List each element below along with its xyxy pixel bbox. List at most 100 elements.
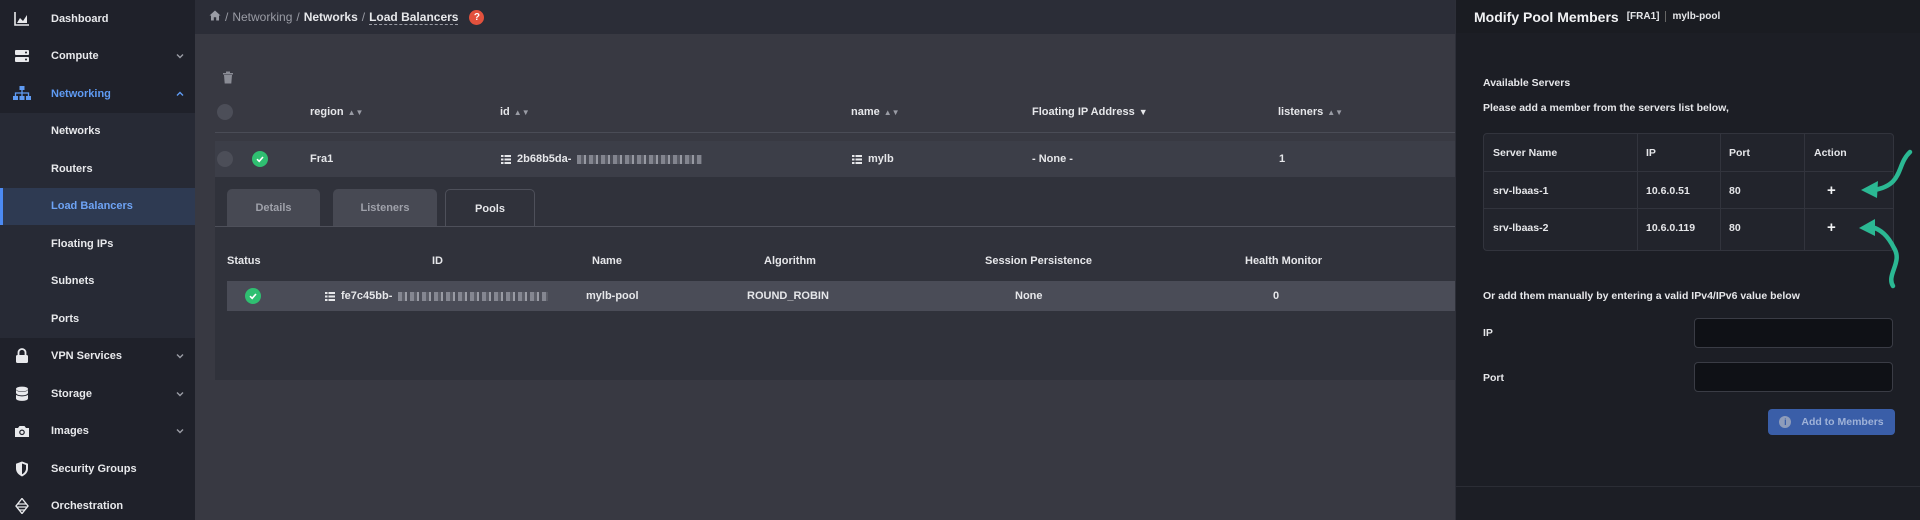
table-icon [852, 154, 862, 164]
pool-name: mylb-pool [1665, 11, 1720, 22]
server-ip: 10.6.0.51 [1646, 184, 1690, 197]
add-server-button[interactable]: + [1827, 172, 1836, 209]
column-region[interactable]: region ▲▼ [310, 106, 363, 118]
cell-name[interactable]: mylb [852, 141, 894, 177]
cell-pool-id[interactable]: fe7c45bb- [325, 281, 549, 311]
sidebar-item-subnets[interactable]: Subnets [0, 263, 195, 301]
detail-tabs-panel: Details Listeners Pools Status ID Name A… [215, 177, 1455, 380]
column-health-monitor: Health Monitor [1245, 255, 1322, 267]
sidebar-item-ports[interactable]: Ports [0, 300, 195, 338]
sidebar-item-label: Security Groups [51, 462, 137, 475]
port-input[interactable] [1694, 362, 1893, 392]
sidebar-item-networks[interactable]: Networks [0, 113, 195, 151]
column-name[interactable]: name ▲▼ [851, 106, 900, 118]
table-row: srv-lbaas-2 10.6.0.119 80 + [1484, 209, 1893, 246]
lock-icon [13, 348, 31, 364]
select-all-checkbox[interactable] [217, 104, 233, 120]
breadcrumb-networking[interactable]: Networking [232, 10, 292, 24]
sidebar-item-dashboard[interactable]: Dashboard [0, 0, 195, 38]
server-table-header: Server Name IP Port Action [1484, 134, 1893, 172]
sidebar-item-security-groups[interactable]: Security Groups [0, 450, 195, 488]
sidebar-item-label: Networking [51, 87, 111, 100]
column-session-persistence: Session Persistence [985, 255, 1093, 267]
table-icon [501, 154, 511, 164]
home-icon[interactable] [209, 10, 221, 24]
camera-icon [13, 423, 31, 439]
instruction-text: Please add a member from the servers lis… [1483, 102, 1729, 114]
redacted-id [398, 291, 549, 301]
column-listeners[interactable]: listeners ▲▼ [1278, 106, 1343, 118]
available-servers-heading: Available Servers [1483, 77, 1571, 89]
cell-pool-name: mylb-pool [586, 290, 639, 302]
row-checkbox[interactable] [217, 151, 233, 167]
add-to-members-button[interactable]: i Add to Members [1768, 409, 1895, 435]
table-row[interactable]: Fra1 2b68b5da- mylb - None - 1 [215, 141, 1455, 177]
cell-floating-ip: - None - [1032, 153, 1073, 165]
sidebar-item-floating-ips[interactable]: Floating IPs [0, 225, 195, 263]
region-tag: [FRA1] [1626, 11, 1660, 22]
chevron-down-icon [176, 391, 184, 397]
column-pool-id: ID [432, 255, 443, 267]
table-icon [325, 291, 335, 301]
sort-icon: ▲▼ [1327, 107, 1344, 117]
ip-input[interactable] [1694, 318, 1893, 348]
server-icon [13, 48, 31, 64]
sidebar-item-label: Compute [51, 50, 99, 63]
panel-title: Modify Pool Members [1474, 8, 1619, 25]
table-row: srv-lbaas-1 10.6.0.51 80 + [1484, 172, 1893, 209]
sidebar-item-vpn-services[interactable]: VPN Services [0, 338, 195, 376]
sidebar-item-load-balancers[interactable]: Load Balancers [0, 187, 195, 225]
redacted-id [577, 154, 703, 164]
database-icon [13, 386, 31, 402]
port-label: Port [1483, 372, 1504, 384]
sidebar-item-label: Storage [51, 387, 92, 400]
sidebar-item-label: VPN Services [51, 350, 122, 363]
manual-entry-text: Or add them manually by entering a valid… [1483, 290, 1800, 302]
status-ok-icon [252, 151, 268, 167]
server-table: Server Name IP Port Action srv-lbaas-1 1… [1483, 133, 1894, 251]
column-floating-ip[interactable]: Floating IP Address ▼ [1032, 106, 1148, 118]
sidebar-item-storage[interactable]: Storage [0, 375, 195, 413]
breadcrumb-load-balancers: Load Balancers [369, 9, 459, 25]
tab-listeners[interactable]: Listeners [333, 189, 437, 227]
server-port: 80 [1729, 184, 1741, 197]
breadcrumb-networks[interactable]: Networks [304, 10, 358, 24]
column-id[interactable]: id ▲▼ [500, 106, 530, 118]
column-status: Status [227, 255, 261, 267]
chart-icon [13, 11, 31, 27]
tab-details[interactable]: Details [227, 189, 320, 227]
breadcrumb: / Networking / Networks / Load Balancers… [195, 0, 1455, 34]
sidebar-item-orchestration[interactable]: Orchestration [0, 488, 195, 520]
networking-submenu: Networks Routers Load Balancers Floating… [0, 112, 195, 338]
modify-pool-members-panel: Modify Pool Members [FRA1] mylb-pool Ava… [1455, 0, 1920, 520]
sidebar-item-label: Images [51, 425, 89, 438]
sort-icon: ▲▼ [883, 107, 900, 117]
orchestration-icon [13, 498, 31, 515]
network-icon [13, 86, 31, 102]
cell-listeners: 1 [1279, 153, 1286, 165]
shield-icon [13, 461, 31, 477]
help-icon[interactable]: ? [469, 9, 485, 25]
sort-desc-icon: ▼ [1138, 107, 1148, 117]
sidebar-item-routers[interactable]: Routers [0, 150, 195, 188]
sidebar-item-label: Dashboard [51, 12, 109, 25]
trash-icon[interactable] [222, 71, 234, 84]
chevron-down-icon [176, 54, 184, 59]
chevron-down-icon [176, 429, 184, 434]
server-port: 80 [1729, 221, 1741, 234]
add-server-button[interactable]: + [1827, 209, 1836, 246]
table-row[interactable]: fe7c45bb- mylb-pool ROUND_ROBIN None 0 [227, 281, 1455, 311]
sort-icon: ▲▼ [347, 107, 364, 117]
cell-session-persistence: None [1015, 290, 1043, 302]
pool-table-header: Status ID Name Algorithm Session Persist… [215, 255, 1455, 273]
server-ip: 10.6.0.119 [1646, 221, 1696, 234]
info-icon: i [1779, 416, 1792, 428]
server-name: srv-lbaas-1 [1493, 184, 1549, 197]
sidebar-item-networking[interactable]: Networking [0, 75, 195, 113]
chevron-down-icon [176, 354, 184, 359]
cell-id[interactable]: 2b68b5da- [501, 141, 703, 177]
sidebar-item-compute[interactable]: Compute [0, 38, 195, 76]
sidebar-item-images[interactable]: Images [0, 413, 195, 451]
column-algorithm: Algorithm [764, 255, 816, 267]
tab-pools[interactable]: Pools [445, 189, 535, 227]
